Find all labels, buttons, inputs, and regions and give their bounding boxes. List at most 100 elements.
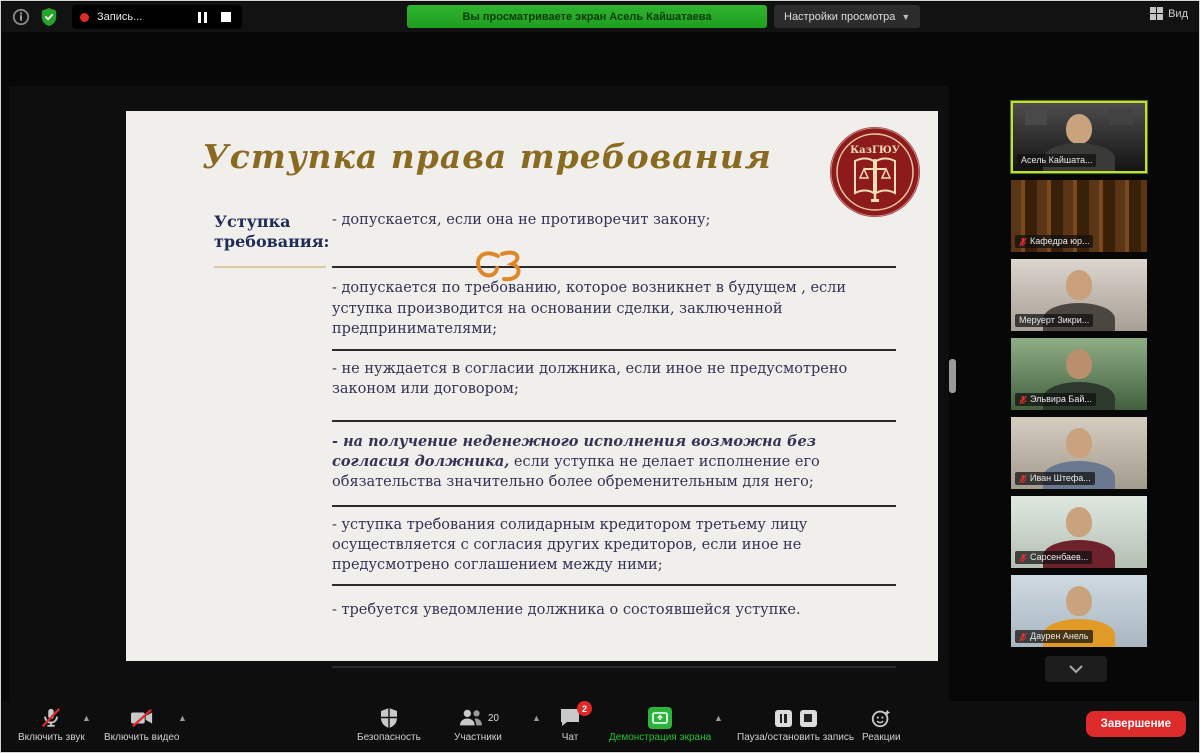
participants-options-chevron[interactable]: ▲: [532, 713, 541, 723]
share-options-chevron[interactable]: ▲: [714, 713, 723, 723]
top-bar: Запись... Вы просматриваете экран Асель …: [2, 2, 1198, 32]
participant-name-bar: Сарсенбаев...: [1015, 551, 1092, 564]
video-options-chevron[interactable]: ▲: [178, 713, 187, 723]
participants-filmstrip: Асель Кайшата... Кафедра юр... Меруерт Зик…: [1011, 101, 1147, 654]
unmute-button[interactable]: Включить звук: [18, 706, 85, 743]
stop-recording-icon[interactable]: [218, 9, 234, 25]
reactions-button[interactable]: Реакции: [862, 706, 901, 743]
participant-name-bar: Эльвира Бай...: [1015, 393, 1096, 406]
security-shield-icon: [379, 706, 399, 730]
audio-options-chevron[interactable]: ▲: [82, 713, 91, 723]
share-screen-icon: [648, 707, 672, 729]
start-video-button[interactable]: Включить видео: [104, 706, 180, 743]
slide-bullet: - не нуждается в согласии должника, если…: [332, 349, 896, 420]
participant-name: Иван Штефа...: [1030, 472, 1091, 485]
participant-face: [1066, 586, 1092, 616]
participant-video-tile[interactable]: Эльвира Бай...: [1011, 338, 1147, 410]
camera-off-icon: [129, 706, 155, 730]
participant-face: [1066, 507, 1092, 537]
slide-bullet: - на получение неденежного исполнения во…: [332, 420, 896, 505]
view-settings-button[interactable]: Настройки просмотра ▼: [774, 5, 920, 28]
mic-muted-icon: [40, 706, 62, 730]
participant-video-tile[interactable]: Меруерт Зикри...: [1011, 259, 1147, 331]
participants-icon: 20: [457, 706, 499, 730]
security-button[interactable]: Безопасность: [357, 706, 421, 743]
slide-title: Уступка права требования: [186, 137, 788, 176]
participant-name: Сарсенбаев...: [1030, 551, 1088, 564]
slide-bullet: - допускается, если она не противоречит …: [332, 206, 896, 266]
mic-muted-icon: [1019, 395, 1027, 405]
viewing-screen-banner: Вы просматриваете экран Асель Кайшатаева: [407, 5, 767, 28]
chat-button[interactable]: 2 Чат: [558, 706, 582, 743]
pause-stop-recording-button[interactable]: Пауза/остановить запись: [737, 706, 854, 743]
university-logo: КазГЮУ: [828, 125, 922, 219]
chevron-down-icon: [1068, 665, 1084, 674]
participant-video-tile[interactable]: Даурен Анель: [1011, 575, 1147, 647]
participant-name: Меруерт Зикри...: [1019, 314, 1089, 327]
participant-name: Эльвира Бай...: [1030, 393, 1092, 406]
scrollbar-thumb[interactable]: [949, 359, 956, 393]
slide-bullet-list: - допускается, если она не противоречит …: [332, 206, 896, 668]
mic-muted-icon: [1019, 237, 1027, 247]
participants-count: 20: [488, 713, 499, 724]
slide-content: Уступка требования: - допускается, если …: [214, 206, 896, 668]
participant-face: [1066, 114, 1092, 144]
share-screen-label: Демонстрация экрана: [609, 732, 711, 743]
stop-recording-icon[interactable]: [800, 710, 817, 727]
grid-view-icon: [1150, 7, 1163, 20]
meeting-toolbar: Включить звук ▲ Включить видео ▲ Безопас…: [2, 701, 1198, 751]
participant-video-tile[interactable]: Кафедра юр...: [1011, 180, 1147, 252]
recording-label: Запись...: [97, 11, 186, 23]
participant-video-tile[interactable]: Иван Штефа...: [1011, 417, 1147, 489]
start-video-label: Включить видео: [104, 732, 180, 743]
meeting-info-icon[interactable]: [10, 6, 32, 28]
slide-bullet: - уступка требования солидарным кредитор…: [332, 505, 896, 584]
security-label: Безопасность: [357, 732, 421, 743]
participant-name-bar: Асель Кайшата...: [1017, 154, 1096, 167]
svg-text:КазГЮУ: КазГЮУ: [850, 145, 900, 156]
chat-unread-badge: 2: [577, 701, 592, 716]
share-screen-button[interactable]: Демонстрация экрана: [609, 706, 711, 743]
bullet-text: - не нуждается в согласии должника, если…: [332, 361, 847, 397]
mic-muted-icon: [1019, 632, 1027, 642]
participant-name: Кафедра юр...: [1030, 235, 1089, 248]
slide-bullet: - требуется уведомление должника о состо…: [332, 584, 896, 666]
encryption-shield-icon[interactable]: [38, 6, 60, 28]
participant-name-bar: Даурен Анель: [1015, 630, 1093, 643]
participants-button[interactable]: 20 Участники: [454, 706, 502, 743]
ornament-flourish-icon: [472, 248, 524, 292]
participant-name: Асель Кайшата...: [1021, 154, 1092, 167]
mic-muted-icon: [1019, 474, 1027, 484]
mic-muted-icon: [1019, 553, 1027, 563]
presentation-slide: Уступка права требования КазГЮУ Уступка …: [126, 111, 938, 661]
view-label: Вид: [1168, 8, 1188, 20]
unmute-label: Включить звук: [18, 732, 85, 743]
view-button[interactable]: Вид: [1150, 7, 1188, 20]
participant-video-tile[interactable]: Сарсенбаев...: [1011, 496, 1147, 568]
view-settings-label: Настройки просмотра: [784, 11, 895, 23]
pause-stop-recording-label: Пауза/остановить запись: [737, 732, 854, 743]
bullet-text: - допускается по требованию, которое воз…: [332, 280, 846, 337]
shared-screen-area: Уступка права требования КазГЮУ Уступка …: [9, 86, 949, 704]
recording-indicator: Запись...: [72, 5, 242, 29]
bullet-text: - уступка требования солидарным кредитор…: [332, 517, 807, 574]
slide-side-label: Уступка требования:: [214, 212, 326, 252]
chevron-down-icon: ▼: [901, 12, 910, 22]
end-meeting-button[interactable]: Завершение: [1086, 711, 1186, 737]
chat-label: Чат: [562, 732, 579, 743]
participant-name-bar: Кафедра юр...: [1015, 235, 1093, 248]
bullet-text: - требуется уведомление должника о состо…: [332, 602, 801, 618]
bullet-text: - допускается, если она не противоречит …: [332, 212, 710, 228]
participant-name-bar: Меруерт Зикри...: [1015, 314, 1093, 327]
participants-label: Участники: [454, 732, 502, 743]
reactions-label: Реакции: [862, 732, 901, 743]
participant-face: [1066, 428, 1092, 458]
participant-video-tile[interactable]: Асель Кайшата...: [1011, 101, 1147, 173]
chat-bubble-icon: 2: [558, 706, 582, 730]
pause-recording-icon[interactable]: [775, 710, 792, 727]
filmstrip-scroll-down-button[interactable]: [1045, 656, 1107, 682]
participant-face: [1066, 270, 1092, 300]
zoom-meeting-window: Запись... Вы просматриваете экран Асель …: [0, 0, 1200, 753]
pause-recording-icon[interactable]: [194, 9, 210, 25]
participant-face: [1066, 349, 1092, 379]
